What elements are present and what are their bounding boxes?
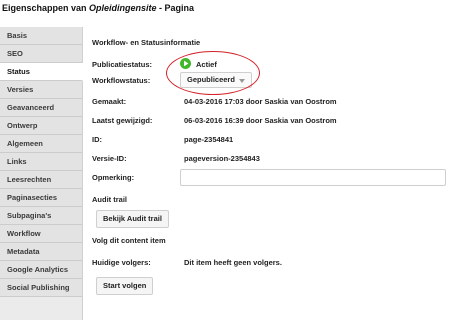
id-value: page-2354841 xyxy=(184,135,234,144)
sidebar-item-paginasecties[interactable]: Paginasecties xyxy=(0,189,82,207)
id-label: ID: xyxy=(92,135,102,144)
sidebar-item-versies[interactable]: Versies xyxy=(0,81,82,99)
sidebar-item-geavanceerd[interactable]: Geavanceerd xyxy=(0,99,82,117)
publication-status-label: Publicatiestatus: xyxy=(92,60,153,69)
section-title: Workflow- en Statusinformatie xyxy=(92,38,201,47)
sidebar-item-metadata[interactable]: Metadata xyxy=(0,243,82,261)
sidebar-item-algemeen[interactable]: Algemeen xyxy=(0,135,82,153)
sidebar: Basis SEO Status Versies Geavanceerd Ont… xyxy=(0,27,83,320)
red-highlight-ellipse xyxy=(166,51,260,95)
modified-label: Laatst gewijzigd: xyxy=(92,116,153,125)
view-audit-trail-button[interactable]: Bekijk Audit trail xyxy=(96,210,169,228)
modified-value: 06-03-2016 16:39 door Saskia van Oostrom xyxy=(184,116,337,125)
sidebar-item-ontwerp[interactable]: Ontwerp xyxy=(0,117,82,135)
followers-value: Dit item heeft geen volgers. xyxy=(184,258,282,267)
sidebar-item-workflow[interactable]: Workflow xyxy=(0,225,82,243)
followers-label: Huidige volgers: xyxy=(92,258,151,267)
remark-label: Opmerking: xyxy=(92,173,135,182)
sidebar-item-basis[interactable]: Basis xyxy=(0,27,82,45)
version-id-label: Versie-ID: xyxy=(92,154,127,163)
created-label: Gemaakt: xyxy=(92,97,127,106)
remark-input[interactable] xyxy=(180,169,446,186)
follow-heading: Volg dit content item xyxy=(92,236,166,245)
sidebar-item-social-publishing[interactable]: Social Publishing xyxy=(0,279,82,297)
title-prefix: Eigenschappen van xyxy=(2,3,90,13)
audit-trail-heading: Audit trail xyxy=(92,195,127,204)
sidebar-item-links[interactable]: Links xyxy=(0,153,82,171)
created-value: 04-03-2016 17:03 door Saskia van Oostrom xyxy=(184,97,337,106)
status-panel: Workflow- en Statusinformatie Publicatie… xyxy=(92,0,462,320)
start-following-button[interactable]: Start volgen xyxy=(96,277,154,295)
sidebar-item-leesrechten[interactable]: Leesrechten xyxy=(0,171,82,189)
sidebar-item-subpaginas[interactable]: Subpagina's xyxy=(0,207,82,225)
sidebar-item-google-analytics[interactable]: Google Analytics xyxy=(0,261,82,279)
sidebar-item-seo[interactable]: SEO xyxy=(0,45,82,63)
sidebar-item-status[interactable]: Status xyxy=(0,63,83,81)
version-id-value: pageversion-2354843 xyxy=(184,154,260,163)
workflow-status-label: Workflowstatus: xyxy=(92,76,151,85)
